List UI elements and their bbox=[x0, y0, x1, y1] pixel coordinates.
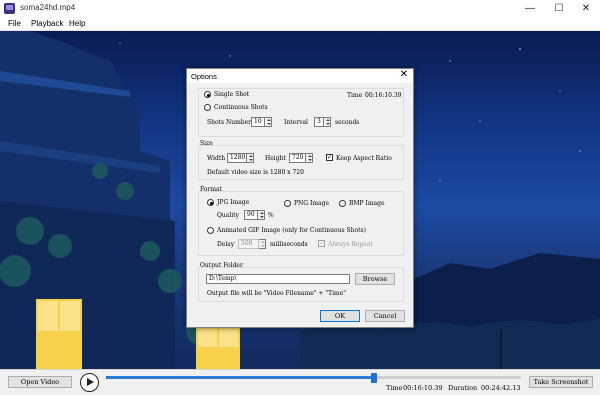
menu-file[interactable]: File bbox=[8, 19, 21, 28]
height-input[interactable]: 720 bbox=[289, 153, 306, 163]
shots-number-spinner[interactable] bbox=[265, 117, 272, 127]
menu-playback[interactable]: Playback bbox=[31, 19, 63, 28]
quality-label: Quality bbox=[217, 212, 239, 219]
dialog-title: Options bbox=[191, 72, 217, 81]
play-button[interactable] bbox=[80, 373, 99, 392]
delay-spinner[interactable] bbox=[259, 239, 266, 249]
seek-bar-fill bbox=[106, 376, 374, 379]
time-label-bottom: Time bbox=[386, 384, 403, 392]
menu-bar: File Playback Help bbox=[0, 17, 600, 31]
single-shot-radio[interactable] bbox=[204, 91, 211, 98]
take-screenshot-button[interactable]: Take Screenshot bbox=[529, 376, 593, 388]
bmp-radio[interactable] bbox=[339, 200, 346, 207]
always-repeat-checkbox[interactable]: ✓ bbox=[318, 240, 325, 247]
seek-bar-thumb[interactable] bbox=[370, 373, 377, 383]
interval-input[interactable]: 3 bbox=[314, 117, 324, 127]
shots-number-input[interactable]: 10 bbox=[251, 117, 265, 127]
seconds-label: seconds bbox=[335, 119, 360, 126]
gif-radio[interactable] bbox=[207, 227, 214, 234]
width-label: Width bbox=[207, 155, 226, 162]
percent-label: % bbox=[268, 212, 274, 219]
dialog-close-button[interactable]: ✕ bbox=[400, 69, 408, 80]
default-size-note: Default video size is 1280 x 720 bbox=[207, 169, 304, 176]
bmp-label: BMP Image bbox=[349, 200, 385, 207]
output-path-input[interactable]: D:\Temp\ bbox=[206, 274, 350, 284]
minimize-button[interactable]: — bbox=[516, 0, 544, 17]
shots-number-label: Shots Number bbox=[207, 119, 252, 126]
interval-label: Interval bbox=[284, 119, 308, 126]
ok-button[interactable]: OK bbox=[320, 310, 360, 322]
jpg-label: JPG Image bbox=[217, 199, 250, 206]
time-value: 00:16:10.39 bbox=[365, 92, 402, 99]
delay-input[interactable]: 500 bbox=[238, 239, 259, 249]
app-icon bbox=[4, 3, 15, 14]
seek-bar[interactable] bbox=[106, 373, 521, 383]
delay-label: Delay bbox=[217, 241, 235, 248]
dialog-title-bar: Options ✕ bbox=[187, 69, 413, 83]
quality-spinner[interactable] bbox=[258, 210, 265, 220]
browse-button[interactable]: Browse bbox=[355, 273, 395, 285]
time-label: Time bbox=[347, 92, 363, 99]
close-button[interactable]: ✕ bbox=[572, 0, 600, 17]
continuous-shots-label: Continuous Shots bbox=[214, 104, 268, 111]
title-bar: soma24hd.mp4 — ☐ ✕ bbox=[0, 0, 600, 17]
duration-value: 00:24:42.13 bbox=[481, 384, 521, 392]
width-input[interactable]: 1280 bbox=[227, 153, 247, 163]
window-title: soma24hd.mp4 bbox=[20, 3, 76, 12]
height-spinner[interactable] bbox=[306, 153, 313, 163]
options-dialog: Options ✕ Single Shot Time 00:16:10.39 C… bbox=[186, 68, 414, 328]
interval-spinner[interactable] bbox=[324, 117, 331, 127]
gif-label: Animated GIF Image (only for Continuous … bbox=[217, 227, 366, 234]
keep-aspect-label: Keep Aspect Ratio bbox=[336, 155, 392, 162]
quality-input[interactable]: 90 bbox=[244, 210, 258, 220]
menu-help[interactable]: Help bbox=[69, 19, 85, 28]
png-radio[interactable] bbox=[284, 200, 291, 207]
keep-aspect-checkbox[interactable]: ✓ bbox=[326, 154, 333, 161]
milliseconds-label: milliseconds bbox=[270, 241, 308, 248]
single-shot-label: Single Shot bbox=[214, 91, 250, 98]
jpg-radio[interactable] bbox=[207, 199, 214, 206]
cancel-button[interactable]: Cancel bbox=[365, 310, 405, 322]
png-label: PNG Image bbox=[294, 200, 330, 207]
continuous-shots-radio[interactable] bbox=[204, 104, 211, 111]
always-repeat-label: Always Repeat bbox=[328, 241, 373, 248]
maximize-button[interactable]: ☐ bbox=[545, 0, 573, 17]
width-spinner[interactable] bbox=[247, 153, 254, 163]
output-note: Output file will be "Video Filename" + "… bbox=[207, 290, 347, 297]
current-time: 00:16:10.39 bbox=[403, 384, 443, 392]
duration-label: Duration bbox=[448, 384, 478, 392]
height-label: Height bbox=[265, 155, 286, 162]
open-video-button[interactable]: Open Video bbox=[8, 376, 72, 388]
control-bar: Open Video Time 00:16:10.39 Duration 00:… bbox=[0, 369, 600, 395]
